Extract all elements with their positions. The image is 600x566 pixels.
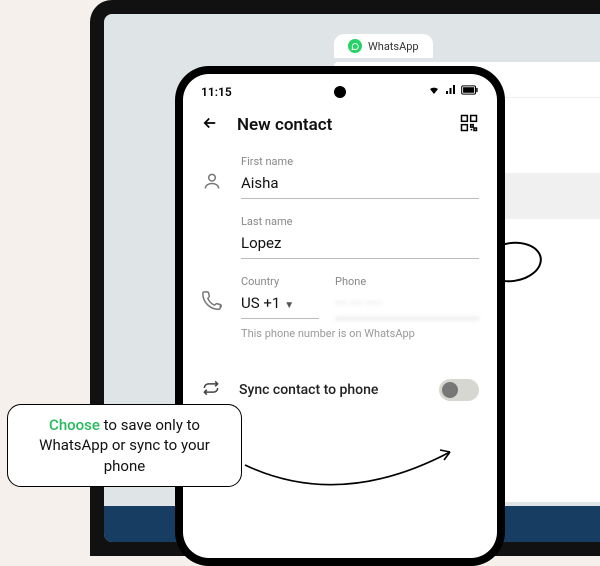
callout-highlight: Choose bbox=[49, 416, 100, 434]
window-tab-whatsapp[interactable]: WhatsApp bbox=[334, 34, 433, 58]
phone-helper-text: This phone number is on WhatsApp bbox=[241, 327, 479, 340]
camera-hole bbox=[334, 86, 346, 98]
country-label: Country bbox=[241, 275, 319, 288]
person-icon bbox=[201, 171, 223, 199]
window-tab-label: WhatsApp bbox=[368, 40, 419, 53]
back-icon[interactable] bbox=[201, 114, 219, 136]
callout-bubble: Choose to save only to WhatsApp or sync … bbox=[7, 404, 242, 487]
appbar: New contact bbox=[183, 99, 497, 147]
appbar-title: New contact bbox=[237, 115, 441, 135]
signal-icon bbox=[444, 84, 458, 99]
phone-field[interactable]: ··· ··· ···· bbox=[335, 290, 479, 319]
contact-form: First name Aisha Last name Lopez Country bbox=[183, 147, 497, 366]
first-name-field[interactable]: Aisha bbox=[241, 170, 479, 199]
qr-icon[interactable] bbox=[459, 113, 479, 137]
toggle-knob bbox=[442, 382, 458, 398]
whatsapp-icon bbox=[348, 39, 362, 53]
phone-label: Phone bbox=[335, 275, 479, 288]
status-time: 11:15 bbox=[201, 85, 232, 99]
last-name-label: Last name bbox=[241, 215, 479, 228]
phone-frame: 11:15 New contact First name bbox=[175, 66, 505, 566]
first-name-label: First name bbox=[241, 155, 479, 168]
sync-label: Sync contact to phone bbox=[239, 382, 421, 398]
sync-toggle[interactable] bbox=[439, 379, 479, 401]
battery-icon bbox=[461, 84, 479, 99]
sync-icon bbox=[201, 378, 221, 402]
chevron-down-icon: ▼ bbox=[284, 300, 294, 311]
last-name-field[interactable]: Lopez bbox=[241, 230, 479, 259]
country-field[interactable]: US +1▼ bbox=[241, 290, 319, 319]
wifi-icon bbox=[427, 84, 441, 99]
phone-icon bbox=[201, 291, 223, 319]
